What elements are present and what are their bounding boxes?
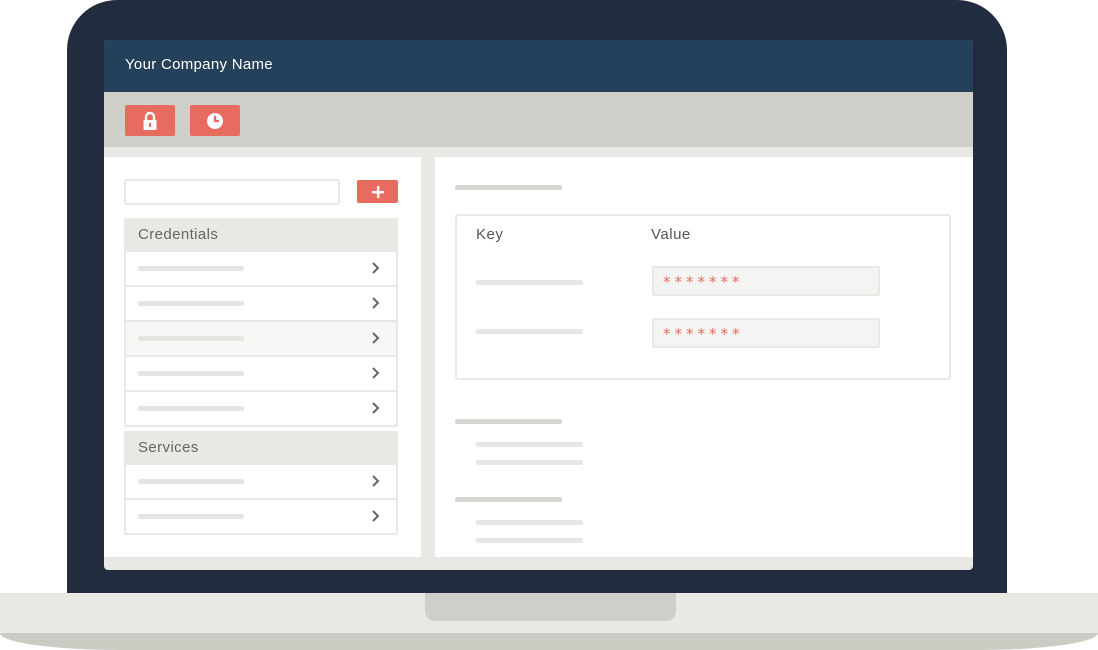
laptop-foot	[0, 633, 1098, 650]
placeholder-text	[138, 336, 244, 341]
add-button[interactable]	[357, 180, 398, 203]
section-title-placeholder	[455, 497, 562, 502]
chevron-right-icon	[372, 297, 380, 309]
key-placeholder	[476, 280, 583, 285]
chevron-right-icon	[372, 402, 380, 414]
placeholder-text	[138, 479, 244, 484]
list-item[interactable]	[126, 390, 396, 425]
history-button[interactable]	[190, 105, 240, 136]
placeholder-text	[138, 301, 244, 306]
laptop-notch	[425, 593, 676, 621]
placeholder-text	[138, 406, 244, 411]
chevron-right-icon	[372, 367, 380, 379]
clock-icon	[207, 112, 223, 129]
app-header: Your Company Name	[104, 40, 973, 92]
chevron-right-icon	[372, 262, 380, 274]
toolbar	[104, 92, 973, 147]
list-item[interactable]	[126, 465, 396, 498]
placeholder-text	[138, 514, 244, 519]
password-field[interactable]: *******	[652, 318, 880, 348]
text-placeholder	[476, 460, 583, 465]
text-placeholder	[476, 538, 583, 543]
chevron-right-icon	[372, 510, 380, 522]
sidebar-panel: Credentials Services	[104, 157, 421, 557]
section-title-placeholder	[455, 419, 562, 424]
search-input[interactable]	[124, 179, 340, 205]
app-window: Your Company Name Credentials Services K…	[104, 40, 973, 570]
detail-title-placeholder	[455, 185, 562, 190]
detail-panel: Key Value ******* *******	[435, 157, 973, 557]
key-placeholder	[476, 329, 583, 334]
lock-icon	[143, 111, 157, 130]
key-value-table: Key Value ******* *******	[455, 214, 951, 380]
lock-button[interactable]	[125, 105, 175, 136]
plus-icon	[371, 185, 384, 198]
list-item[interactable]	[126, 285, 396, 320]
list-item[interactable]	[126, 320, 396, 355]
group-title-credentials: Credentials	[126, 220, 396, 252]
list-item[interactable]	[126, 252, 396, 285]
services-group: Services	[124, 431, 398, 535]
group-title-services: Services	[126, 433, 396, 465]
chevron-right-icon	[372, 332, 380, 344]
chevron-right-icon	[372, 475, 380, 487]
text-placeholder	[476, 442, 583, 447]
key-column-header: Key	[476, 226, 504, 243]
company-name: Your Company Name	[125, 56, 273, 73]
password-field[interactable]: *******	[652, 266, 880, 296]
list-item[interactable]	[126, 498, 396, 533]
list-item[interactable]	[126, 355, 396, 390]
placeholder-text	[138, 266, 244, 271]
placeholder-text	[138, 371, 244, 376]
value-column-header: Value	[651, 226, 691, 243]
credentials-group: Credentials	[124, 218, 398, 427]
text-placeholder	[476, 520, 583, 525]
